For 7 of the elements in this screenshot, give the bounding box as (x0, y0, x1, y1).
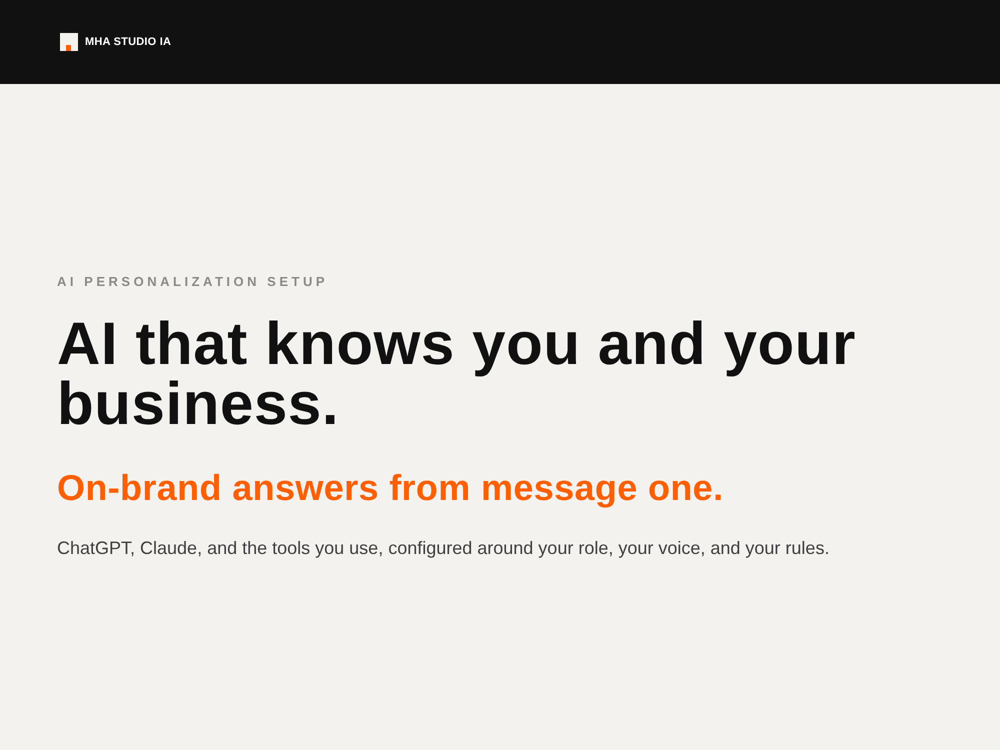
logo-icon (60, 33, 78, 51)
eyebrow-label: AI PERSONALIZATION SETUP (57, 275, 328, 288)
brand-name: MHA STUDIO IA (85, 36, 172, 48)
description: ChatGPT, Claude, and the tools you use, configured around your role, your voice, and your rules. (57, 537, 830, 560)
headline: AI that knows you and your business. (57, 314, 857, 434)
subheadline: On-brand answers from message one. (57, 468, 724, 508)
brand-link[interactable]: MHA STUDIO IA (60, 33, 172, 51)
